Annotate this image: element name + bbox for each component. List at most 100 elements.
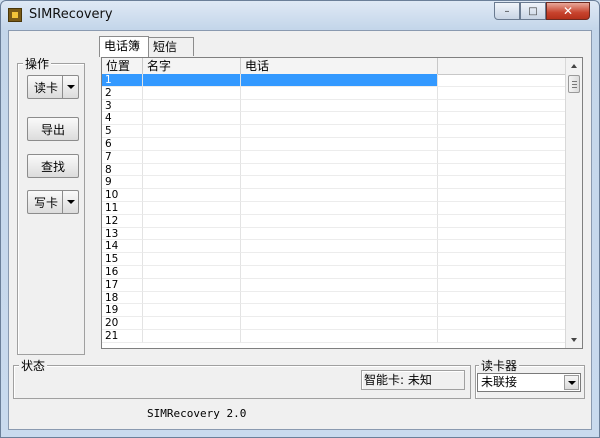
export-label: 导出 — [40, 122, 65, 137]
table-row[interactable]: 1 — [102, 74, 566, 87]
cell-filler — [438, 253, 566, 266]
cell-position: 13 — [102, 227, 143, 241]
write-card-dropdown[interactable] — [62, 191, 78, 213]
phonebook-table[interactable]: 位置 名字 电话 1 2 3 4 5 6 7 8 9 10 11 12 13 14 15 16 17 18 19 20… — [101, 57, 583, 349]
cell-position: 17 — [102, 278, 143, 292]
cell-filler — [438, 329, 566, 343]
table-row[interactable]: 13 — [102, 227, 566, 241]
table-row[interactable]: 4 — [102, 112, 566, 126]
cell-filler — [438, 214, 566, 228]
maximize-icon: □ — [528, 5, 538, 17]
cell-phone — [241, 99, 438, 113]
table-row[interactable]: 7 — [102, 150, 566, 164]
table-row[interactable]: 5 — [102, 125, 566, 138]
cell-name — [143, 265, 241, 279]
client-area: 操作 读卡 导出 查找 写卡 电话簿 短信 位置 名字 电话 1 2 3 4 5… — [8, 30, 592, 430]
cell-phone — [241, 240, 438, 254]
table-row[interactable]: 19 — [102, 304, 566, 318]
cell-phone — [241, 265, 438, 279]
cell-position: 16 — [102, 265, 143, 279]
column-header-position[interactable]: 位置 — [102, 58, 143, 74]
write-card-label: 写卡 — [34, 195, 59, 210]
cell-filler — [438, 227, 566, 241]
cell-name — [143, 240, 241, 254]
read-card-button[interactable]: 读卡 — [27, 75, 79, 99]
export-button[interactable]: 导出 — [27, 117, 79, 141]
read-card-label: 读卡 — [34, 80, 59, 95]
table-row[interactable]: 16 — [102, 265, 566, 279]
cell-name — [143, 137, 241, 151]
cell-name — [143, 99, 241, 113]
table-row[interactable]: 14 — [102, 240, 566, 254]
cell-phone — [241, 112, 438, 126]
table-row[interactable]: 8 — [102, 163, 566, 177]
chevron-down-icon — [567, 380, 576, 385]
cell-position: 6 — [102, 137, 143, 151]
cell-phone — [241, 227, 438, 241]
chevron-down-icon — [571, 338, 577, 342]
cell-filler — [438, 201, 566, 215]
cell-phone — [241, 189, 438, 202]
tab-sms[interactable]: 短信 — [148, 37, 194, 56]
cell-phone — [241, 291, 438, 305]
scroll-down-button[interactable] — [566, 332, 582, 348]
table-row[interactable]: 18 — [102, 291, 566, 305]
table-row[interactable]: 20 — [102, 317, 566, 330]
column-header-name[interactable]: 名字 — [143, 58, 241, 74]
reader-select[interactable]: 未联接 — [477, 373, 581, 392]
scroll-thumb[interactable] — [568, 75, 580, 93]
cell-name — [143, 112, 241, 126]
smart-card-status: 智能卡: 未知 — [361, 370, 465, 390]
column-header-filler — [438, 58, 566, 74]
cell-position: 18 — [102, 291, 143, 305]
find-button[interactable]: 查找 — [27, 154, 79, 178]
cell-phone — [241, 201, 438, 215]
cell-name — [143, 189, 241, 202]
column-header-phone[interactable]: 电话 — [241, 58, 438, 74]
table-row[interactable]: 10 — [102, 189, 566, 202]
scroll-up-button[interactable] — [566, 58, 582, 74]
cell-position: 7 — [102, 150, 143, 164]
table-row[interactable]: 2 — [102, 86, 566, 100]
table-row[interactable]: 11 — [102, 201, 566, 215]
title-bar[interactable]: SIMRecovery – □ ✕ — [1, 1, 599, 29]
cell-filler — [438, 240, 566, 254]
minimize-button[interactable]: – — [494, 2, 520, 20]
cell-phone — [241, 304, 438, 318]
table-row[interactable]: 15 — [102, 253, 566, 266]
vertical-scrollbar[interactable] — [565, 58, 582, 348]
cell-name — [143, 227, 241, 241]
write-card-button[interactable]: 写卡 — [27, 190, 79, 214]
cell-name — [143, 329, 241, 343]
version-label: SIMRecovery 2.0 — [147, 407, 247, 420]
cell-name — [143, 125, 241, 138]
table-row[interactable]: 12 — [102, 214, 566, 228]
table-row[interactable]: 9 — [102, 176, 566, 190]
cell-filler — [438, 265, 566, 279]
table-row[interactable]: 3 — [102, 99, 566, 113]
cell-position: 14 — [102, 240, 143, 254]
cell-phone — [241, 329, 438, 343]
cell-filler — [438, 189, 566, 202]
cell-name — [143, 176, 241, 190]
minimize-icon: – — [504, 5, 510, 17]
tab-sms-label: 短信 — [153, 40, 178, 54]
reader-select-dropdown[interactable] — [564, 375, 579, 390]
table-row[interactable]: 6 — [102, 137, 566, 151]
read-card-dropdown[interactable] — [62, 76, 78, 98]
cell-name — [143, 317, 241, 330]
chevron-down-icon — [66, 85, 75, 89]
cell-phone — [241, 317, 438, 330]
cell-phone — [241, 253, 438, 266]
table-row[interactable]: 21 — [102, 329, 566, 343]
close-button[interactable]: ✕ — [546, 2, 590, 20]
find-label: 查找 — [40, 159, 65, 174]
table-row[interactable]: 17 — [102, 278, 566, 292]
maximize-button[interactable]: □ — [520, 2, 546, 20]
cell-phone — [241, 214, 438, 228]
reader-select-value: 未联接 — [481, 375, 518, 389]
cell-name — [143, 304, 241, 318]
tab-phonebook[interactable]: 电话簿 — [99, 36, 149, 57]
smart-card-status-text: 智能卡: 未知 — [364, 373, 432, 387]
cell-filler — [438, 99, 566, 113]
